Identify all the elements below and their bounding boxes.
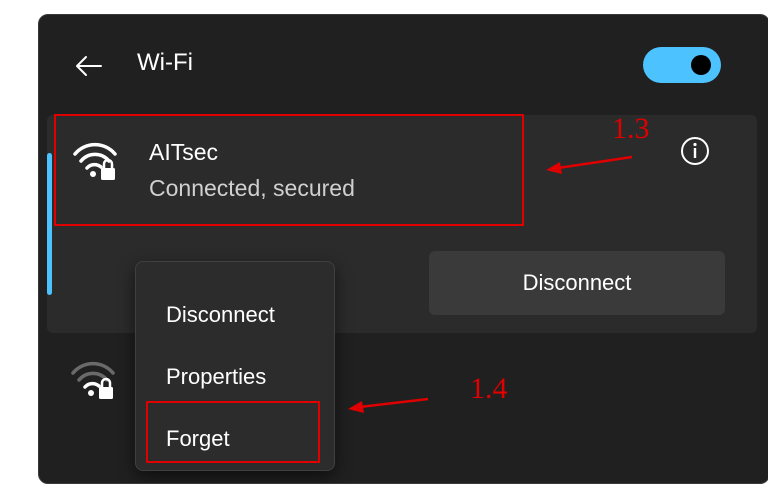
info-icon[interactable] — [679, 135, 711, 167]
menu-item-disconnect[interactable]: Disconnect — [166, 302, 275, 328]
selection-indicator — [47, 153, 52, 295]
disconnect-button[interactable]: Disconnect — [429, 251, 725, 315]
annotation-step-1-3: 1.3 — [612, 112, 650, 145]
toggle-knob — [691, 55, 711, 75]
wifi-secured-dim-icon[interactable] — [69, 357, 117, 401]
highlight-box-network — [54, 114, 524, 226]
annotation-step-1-4: 1.4 — [470, 372, 508, 405]
back-arrow-icon[interactable] — [73, 53, 103, 79]
highlight-box-forget — [146, 401, 320, 463]
wifi-toggle[interactable] — [643, 47, 721, 83]
menu-item-properties[interactable]: Properties — [166, 364, 266, 390]
page-title: Wi-Fi — [137, 49, 193, 76]
